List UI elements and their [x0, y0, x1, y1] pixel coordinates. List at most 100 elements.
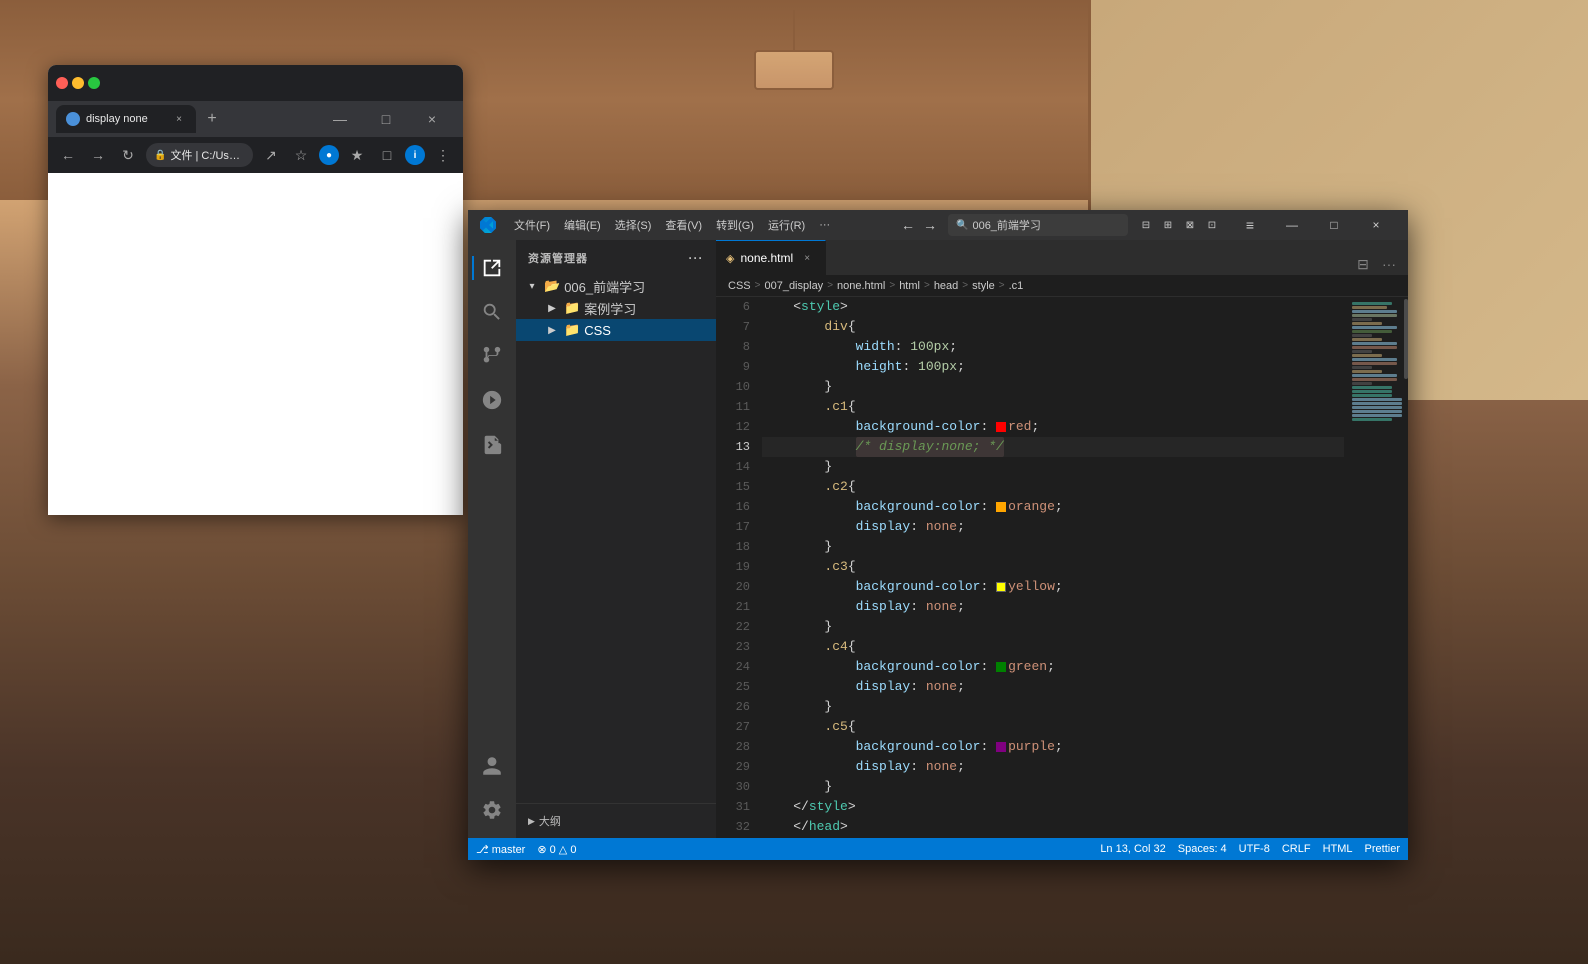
html-file-icon: ◈ — [726, 252, 734, 265]
sidebar-child-folder2[interactable]: ▶ 📁 CSS — [516, 319, 716, 341]
code-token: : — [895, 337, 911, 357]
menu-run[interactable]: 运行(R) — [762, 215, 811, 235]
browser-new-tab[interactable]: + — [200, 107, 224, 131]
split-editor-btn[interactable]: ⊟ — [1352, 253, 1374, 275]
code-token: : — [910, 677, 926, 697]
breadcrumb-html[interactable]: html — [899, 280, 920, 292]
browser-min-btn[interactable] — [72, 77, 84, 89]
menu-file[interactable]: 文件(F) — [508, 215, 556, 235]
code-line-11: .c1{ — [762, 397, 1344, 417]
layout-btn-4[interactable]: ⊡ — [1202, 214, 1222, 236]
line-num-28: 28 — [716, 737, 750, 757]
browser-address-bar[interactable]: 🔒 文件 | C:/Users/kinghtxg/Desktop/学习文档笔记/… — [146, 143, 253, 167]
browser-sidebar-btn[interactable]: □ — [375, 143, 399, 167]
browser-window-minimize[interactable]: — — [317, 104, 363, 134]
code-token: { — [848, 317, 856, 337]
sidebar-child2-label: CSS — [584, 323, 611, 338]
layout-btn-2[interactable]: ⊞ — [1158, 214, 1178, 236]
vscode-close[interactable]: × — [1356, 212, 1396, 238]
browser-back-btn[interactable]: ← — [56, 143, 80, 167]
code-token — [762, 577, 856, 597]
sidebar-header: 资源管理器 ··· — [516, 240, 716, 275]
browser-share-btn[interactable]: ↗ — [259, 143, 283, 167]
activity-source-control[interactable] — [472, 336, 512, 376]
code-token: purple — [1008, 737, 1055, 757]
menu-select[interactable]: 选择(S) — [609, 215, 658, 235]
activity-extensions[interactable] — [472, 424, 512, 464]
browser-menu-btn[interactable]: ⋮ — [431, 143, 455, 167]
code-token: < — [762, 297, 801, 317]
code-token: background-color — [856, 577, 981, 597]
vscode-search-bar[interactable]: 🔍 006_前端学习 — [948, 214, 1128, 236]
editor-tab-none-html[interactable]: ◈ none.html × — [716, 240, 826, 275]
activity-search[interactable] — [472, 292, 512, 332]
menu-goto[interactable]: 转到(G) — [710, 215, 760, 235]
layout-btn-1[interactable]: ⊟ — [1136, 214, 1156, 236]
code-token: none — [926, 517, 957, 537]
breadcrumb-head[interactable]: head — [934, 280, 958, 292]
sidebar-more-btn[interactable]: ··· — [688, 250, 704, 266]
browser-info-btn[interactable]: i — [405, 145, 425, 165]
layout-btn-3[interactable]: ⊠ — [1180, 214, 1200, 236]
code-token — [762, 737, 856, 757]
activity-account[interactable] — [472, 746, 512, 786]
activity-run-debug[interactable] — [472, 380, 512, 420]
browser-ext-btn[interactable]: ★ — [345, 143, 369, 167]
sidebar-root-folder[interactable]: ▾ 📂 006_前端学习 — [516, 275, 716, 297]
breadcrumb-nonehtml[interactable]: none.html — [837, 280, 885, 292]
code-token: > — [840, 297, 848, 317]
browser-tab-close[interactable]: × — [172, 112, 186, 126]
browser-forward-btn[interactable]: → — [86, 143, 110, 167]
code-token: green — [1008, 657, 1047, 677]
minimap-line — [1352, 326, 1397, 329]
code-token: > — [848, 797, 856, 817]
vscode-nav-back[interactable]: ← — [898, 214, 918, 236]
browser-close-btn[interactable] — [56, 77, 68, 89]
breadcrumb-c1[interactable]: .c1 — [1009, 280, 1024, 292]
minimap-line — [1352, 390, 1392, 393]
browser-favicon — [66, 112, 80, 126]
line-num-12: 12 — [716, 417, 750, 437]
more-actions-btn[interactable]: ··· — [1378, 253, 1400, 275]
sidebar-child-folder1[interactable]: ▶ 📁 案例学习 — [516, 297, 716, 319]
vscode-sidebar-toggle[interactable]: ≡ — [1230, 212, 1270, 238]
breadcrumb-style[interactable]: style — [972, 280, 995, 292]
line-num-7: 7 — [716, 317, 750, 337]
menu-edit[interactable]: 编辑(E) — [558, 215, 607, 235]
code-token — [762, 757, 856, 777]
minimap-line — [1352, 410, 1402, 413]
vscode-maximize[interactable]: □ — [1314, 212, 1354, 238]
browser-window-maximize[interactable]: □ — [363, 104, 409, 134]
tab-close-btn[interactable]: × — [799, 250, 815, 266]
vscode-titlebar: 文件(F) 编辑(E) 选择(S) 查看(V) 转到(G) 运行(R) ··· … — [468, 210, 1408, 240]
menu-view[interactable]: 查看(V) — [659, 215, 708, 235]
code-token: : — [902, 357, 918, 377]
browser-bookmark-btn[interactable]: ☆ — [289, 143, 313, 167]
activity-explorer[interactable] — [472, 248, 512, 288]
code-token: style — [801, 297, 840, 317]
line-num-20: 20 — [716, 577, 750, 597]
code-line-20: background-color: yellow; — [762, 577, 1344, 597]
browser-window-close[interactable]: × — [409, 104, 455, 134]
sidebar-outline-item[interactable]: ▶ 大纲 — [528, 813, 561, 829]
browser-max-btn[interactable] — [88, 77, 100, 89]
code-line-12: background-color: red; — [762, 417, 1344, 437]
vscode-layout-buttons: ⊟ ⊞ ⊠ ⊡ — [1136, 214, 1222, 236]
code-token: head — [809, 817, 840, 837]
browser-reload-btn[interactable]: ↻ — [116, 143, 140, 167]
browser-profile-btn[interactable]: ● — [319, 145, 339, 165]
browser-tab-active[interactable]: display none × — [56, 105, 196, 133]
vscode-nav-forward[interactable]: → — [920, 214, 940, 236]
menu-more[interactable]: ··· — [813, 217, 836, 233]
activity-settings[interactable] — [472, 790, 512, 830]
breadcrumb-007display[interactable]: 007_display — [764, 280, 823, 292]
code-token: : — [980, 577, 996, 597]
code-token — [762, 677, 856, 697]
code-token: display — [856, 517, 911, 537]
browser-window: display none × + — □ × ← → ↻ 🔒 文件 | C:/U… — [48, 65, 463, 515]
line-numbers: 6 7 8 9 10 11 12 13 14 15 16 17 18 19 20… — [716, 297, 758, 838]
breadcrumb-css[interactable]: CSS — [728, 280, 751, 292]
code-token: } — [824, 697, 832, 717]
vscode-minimize[interactable]: — — [1272, 212, 1312, 238]
code-token: ; — [949, 337, 957, 357]
